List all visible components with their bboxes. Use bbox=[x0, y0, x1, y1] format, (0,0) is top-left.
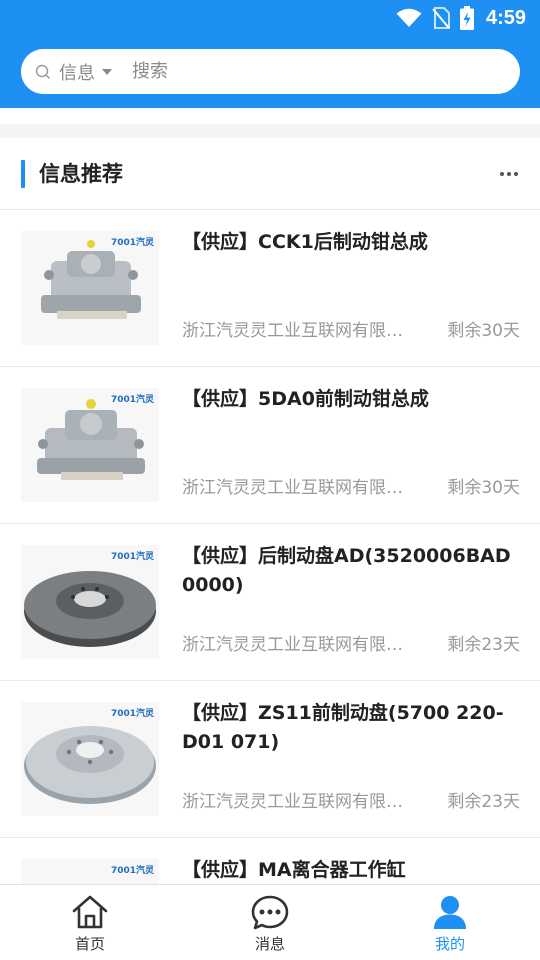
product-image: 7001汽灵 bbox=[21, 388, 159, 502]
tab-home[interactable]: 首页 bbox=[0, 885, 180, 960]
section-divider bbox=[0, 108, 540, 138]
item-remaining-days: 剩余30天 bbox=[447, 478, 520, 498]
list-item[interactable]: 7001汽灵 【供应】MA离合器工作缸 bbox=[0, 838, 540, 885]
status-bar: 4:59 bbox=[0, 0, 540, 36]
product-image: 7001汽灵 bbox=[21, 859, 159, 885]
wifi-icon bbox=[396, 8, 422, 27]
product-image: 7001汽灵 bbox=[21, 702, 159, 816]
item-company: 浙江汽灵灵工业互联网有限公司 bbox=[182, 792, 414, 812]
list-item[interactable]: 7001汽灵 【供应】CCK1后制动钳总成 浙江汽灵灵工业互联网有限公司 剩余3… bbox=[0, 210, 540, 367]
search-bar[interactable]: 信息 bbox=[21, 49, 520, 94]
app-header: 4:59 信息 bbox=[0, 0, 540, 108]
item-remaining-days: 剩余23天 bbox=[447, 635, 520, 655]
section-header: 信息推荐 bbox=[0, 138, 540, 210]
recommendation-list: 7001汽灵 【供应】CCK1后制动钳总成 浙江汽灵灵工业互联网有限公司 剩余3… bbox=[0, 210, 540, 885]
image-watermark: 7001汽灵 bbox=[111, 393, 155, 405]
more-icon[interactable] bbox=[500, 172, 518, 176]
home-icon bbox=[72, 895, 108, 929]
tab-messages[interactable]: 消息 bbox=[180, 885, 360, 960]
tab-me-label: 我的 bbox=[434, 935, 465, 953]
battery-charging-icon bbox=[459, 6, 474, 30]
list-item[interactable]: 7001汽灵 【供应】ZS11前制动盘(5700 220-D01 071) 浙江… bbox=[0, 681, 540, 838]
product-image: 7001汽灵 bbox=[21, 231, 159, 345]
message-icon bbox=[251, 895, 289, 930]
list-item[interactable]: 7001汽灵 【供应】5DA0前制动钳总成 浙江汽灵灵工业互联网有限公司 剩余3… bbox=[0, 367, 540, 524]
product-image: 7001汽灵 bbox=[21, 545, 159, 659]
bottom-tab-bar: 首页 消息 我的 bbox=[0, 884, 540, 960]
search-icon bbox=[35, 64, 50, 79]
clock: 4:59 bbox=[485, 6, 526, 29]
item-company: 浙江汽灵灵工业互联网有限公司 bbox=[182, 321, 414, 341]
item-title[interactable]: 【供应】CCK1后制动钳总成 bbox=[182, 228, 512, 257]
tab-home-label: 首页 bbox=[74, 935, 105, 953]
image-watermark: 7001汽灵 bbox=[111, 236, 155, 248]
item-title[interactable]: 【供应】5DA0前制动钳总成 bbox=[182, 385, 512, 414]
tab-me[interactable]: 我的 bbox=[360, 885, 540, 960]
section-accent-bar bbox=[21, 160, 25, 188]
list-item[interactable]: 7001汽灵 【供应】后制动盘AD(3520006BAD0000) 浙江汽灵灵工… bbox=[0, 524, 540, 681]
item-remaining-days: 剩余23天 bbox=[447, 792, 520, 812]
user-icon bbox=[434, 896, 466, 929]
status-icons: 4:59 bbox=[396, 5, 526, 31]
search-input[interactable] bbox=[132, 61, 472, 82]
item-title[interactable]: 【供应】MA离合器工作缸 bbox=[182, 856, 512, 885]
no-sim-icon bbox=[432, 7, 450, 29]
tab-messages-label: 消息 bbox=[254, 935, 285, 953]
item-title[interactable]: 【供应】ZS11前制动盘(5700 220-D01 071) bbox=[182, 699, 512, 757]
item-title[interactable]: 【供应】后制动盘AD(3520006BAD0000) bbox=[182, 542, 512, 600]
section-title: 信息推荐 bbox=[39, 162, 123, 186]
item-company: 浙江汽灵灵工业互联网有限公司 bbox=[182, 478, 414, 498]
image-watermark: 7001汽灵 bbox=[111, 864, 155, 876]
search-scope-dropdown[interactable]: 信息 bbox=[59, 59, 95, 85]
item-remaining-days: 剩余30天 bbox=[447, 321, 520, 341]
chevron-down-icon[interactable] bbox=[102, 68, 112, 75]
image-watermark: 7001汽灵 bbox=[111, 707, 155, 719]
item-company: 浙江汽灵灵工业互联网有限公司 bbox=[182, 635, 414, 655]
image-watermark: 7001汽灵 bbox=[111, 550, 155, 562]
